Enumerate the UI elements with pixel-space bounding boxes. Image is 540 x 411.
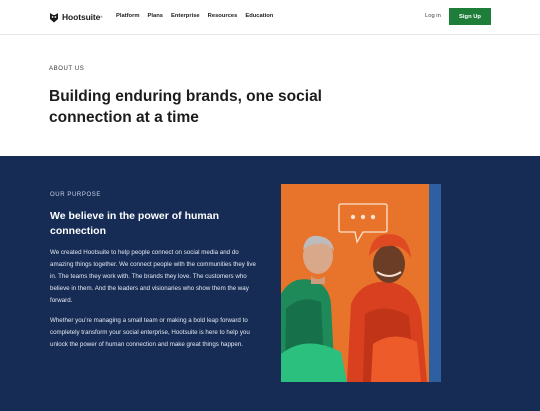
signup-button[interactable]: Sign Up (449, 8, 491, 25)
purpose-paragraph-1: We created Hootsuite to help people conn… (50, 249, 256, 304)
logo-text: Hootsuite (62, 12, 101, 22)
hootsuite-logo[interactable]: Hootsuite ® (49, 11, 103, 23)
nav-link-education[interactable]: Education (245, 13, 273, 19)
nav-link-plans[interactable]: Plans (148, 13, 163, 19)
top-navigation: Hootsuite ® Platform Plans Enterprise Res… (0, 0, 540, 35)
page-title: Building enduring brands, one social con… (49, 88, 322, 126)
about-us-eyebrow: ABOUT US (49, 66, 85, 72)
purpose-section: OUR PURPOSE We believe in the power of h… (0, 156, 540, 411)
nav-link-enterprise[interactable]: Enterprise (171, 13, 200, 19)
purpose-paragraph-2: Whether you’re managing a small team or … (50, 317, 250, 348)
login-link[interactable]: Log in (425, 13, 441, 19)
two-people-illustration (281, 184, 441, 382)
main-menu: Platform Plans Enterprise Resources Educ… (116, 13, 281, 19)
purpose-heading: We believe in the power of human connect… (50, 210, 219, 237)
nav-link-platform[interactable]: Platform (116, 13, 140, 19)
logo-trademark: ® (100, 15, 103, 19)
purpose-eyebrow: OUR PURPOSE (50, 192, 101, 198)
purpose-photo (281, 184, 441, 382)
owl-icon (50, 12, 58, 22)
nav-link-resources[interactable]: Resources (208, 13, 238, 19)
